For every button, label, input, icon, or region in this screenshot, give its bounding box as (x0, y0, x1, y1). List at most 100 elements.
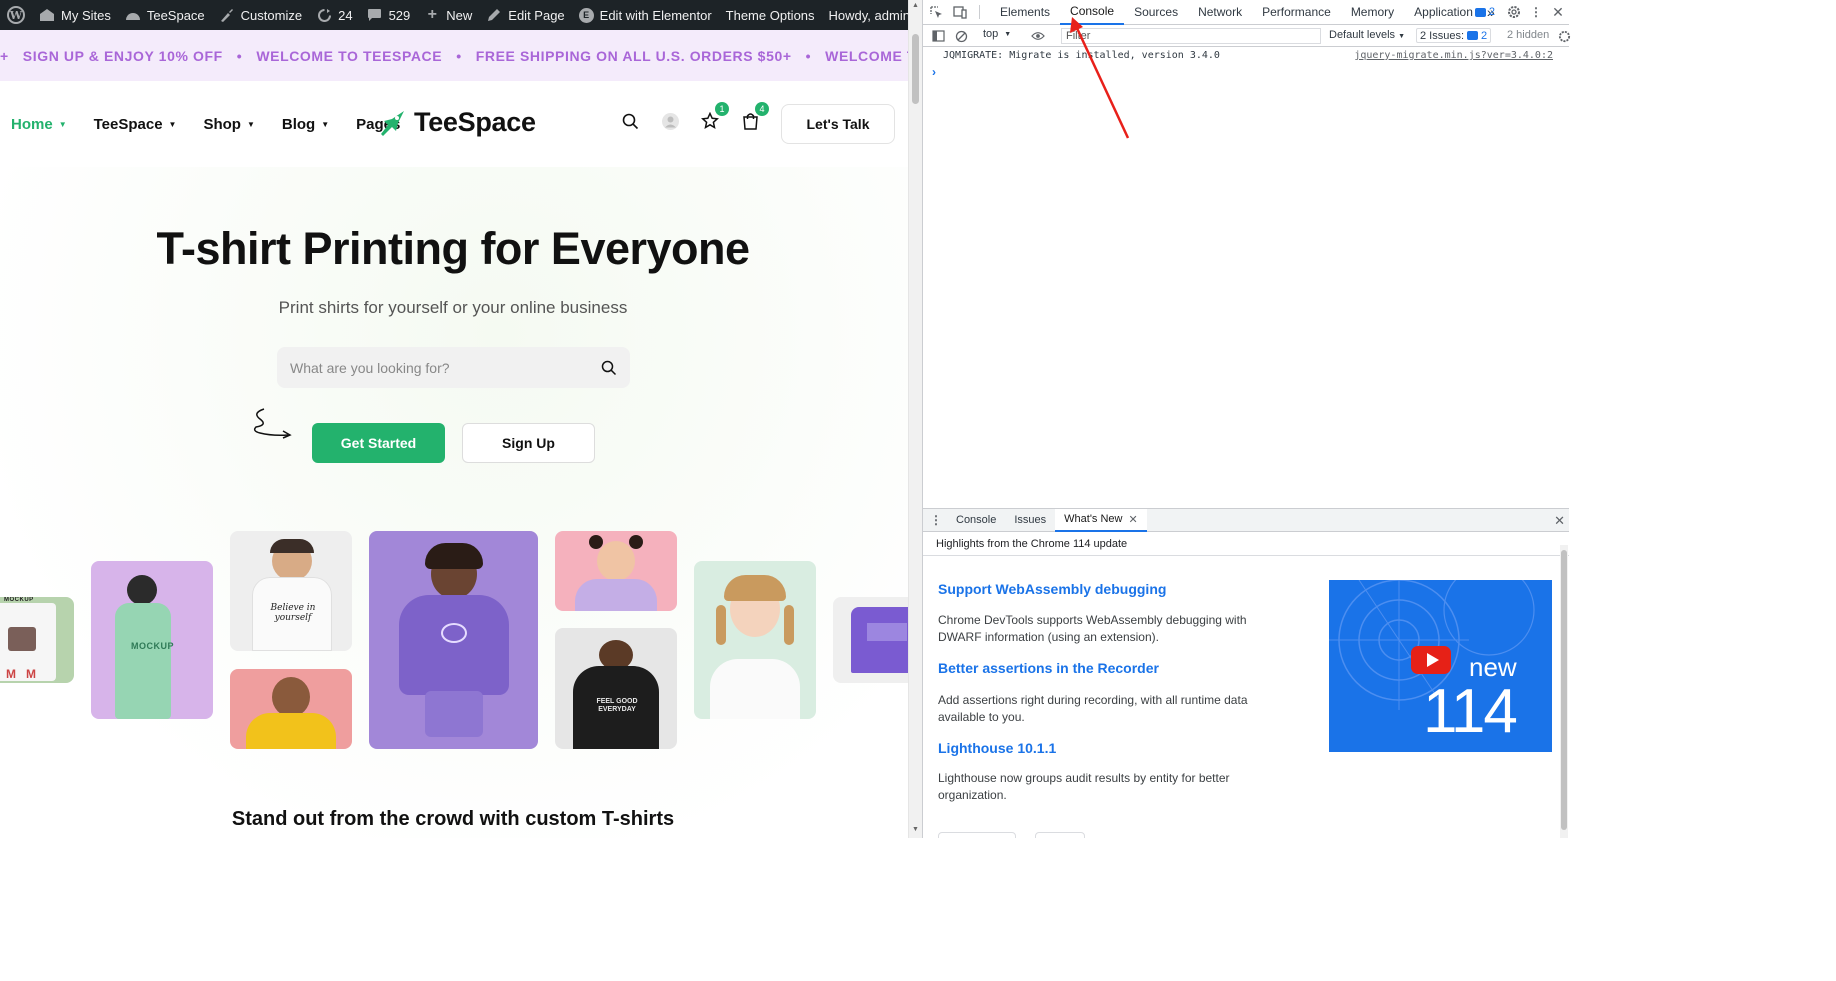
issues-label: 2 Issues: (1420, 29, 1465, 42)
drawer-scrollbar[interactable] (1560, 545, 1568, 838)
drawer-tab-bar: ⋮ Console Issues What's New ✕ ✕ (923, 508, 1569, 532)
header-icons: 1 4 (620, 102, 769, 131)
settings-gear-icon[interactable] (1507, 5, 1521, 19)
whats-new-header: Highlights from the Chrome 114 update (923, 532, 1569, 556)
updates-count: 24 (338, 7, 353, 23)
promo-item: WELCOME TO TEESPACE (256, 47, 443, 64)
theme-options-link[interactable]: Theme Options (719, 0, 822, 30)
drawer-menu-icon[interactable]: ⋮ (929, 513, 943, 527)
close-tab-icon[interactable]: ✕ (1129, 513, 1138, 526)
new-label: New (446, 7, 473, 23)
drawer-scrollbar-thumb[interactable] (1561, 550, 1567, 830)
issues-counter[interactable]: 2 (1471, 4, 1499, 20)
inspect-element-icon[interactable] (929, 5, 943, 19)
youtube-play-icon[interactable] (1411, 646, 1451, 674)
tab-network[interactable]: Network (1188, 0, 1252, 25)
console-toolbar: top ▼ Filter Default levels ▼ 2 Issues: 2 … (923, 25, 1571, 47)
edit-with-elementor-link[interactable]: E Edit with Elementor (572, 0, 719, 30)
console-filter-input[interactable]: Filter (1061, 28, 1321, 44)
log-levels-select[interactable]: Default levels ▼ (1329, 29, 1405, 41)
shopping-bag-icon (742, 113, 758, 130)
site-name-link[interactable]: TeeSpace (118, 0, 212, 30)
lets-talk-button[interactable]: Let's Talk (781, 104, 895, 144)
site-header: Home ▼ TeeSpace ▼ Shop ▼ Blog ▼ Pages TeeSpa… (0, 81, 908, 167)
product-photo-lavender-sweater[interactable] (555, 531, 677, 611)
context-select[interactable]: top ▼ (983, 28, 1011, 40)
tab-console[interactable]: Console (1060, 0, 1125, 25)
console-prompt-icon[interactable]: › (932, 65, 936, 79)
issues-count: 2 (1488, 6, 1495, 18)
nav-item-home[interactable]: Home ▼ (11, 116, 67, 133)
tab-performance[interactable]: Performance (1252, 0, 1341, 25)
product-photo-believe-tee[interactable]: Believe in yourself (230, 531, 352, 651)
tab-memory[interactable]: Memory (1341, 0, 1404, 25)
promo-item: FREE SHIPPING ON ALL U.S. ORDERS $50+ (475, 47, 792, 64)
my-sites-link[interactable]: My Sites (32, 0, 118, 30)
drawer-tab-issues[interactable]: Issues (1005, 509, 1055, 532)
hero-search-input[interactable] (290, 359, 601, 376)
hidden-messages-count: 2 hidden (1507, 29, 1550, 41)
product-photo-purple-tee[interactable] (833, 597, 908, 683)
scroll-up-icon[interactable]: ▲ (912, 2, 919, 9)
product-photo-green-jumpsuit[interactable]: MOCKUP (91, 561, 213, 719)
close-drawer-icon[interactable]: ✕ (1554, 513, 1565, 529)
comment-icon (367, 7, 383, 23)
get-started-button[interactable]: Get Started (312, 423, 445, 463)
kebab-menu-icon[interactable]: ⋮ (1529, 5, 1543, 19)
wp-admin-bar: W My Sites TeeSpace Customize 24 529 + N… (0, 0, 908, 30)
levels-label: Default levels (1329, 29, 1396, 41)
photo-text: FEEL GOOD EVERYDAY (596, 698, 638, 713)
chrome-114-video-thumbnail[interactable]: new 114 (1329, 580, 1552, 752)
issues-button[interactable]: 2 Issues: 2 (1416, 28, 1492, 43)
cart-button[interactable]: 4 (740, 102, 769, 131)
search-icon[interactable] (601, 360, 617, 376)
drawer-tab-console[interactable]: Console (947, 509, 1005, 532)
sidebar-toggle-icon[interactable] (931, 29, 945, 43)
edit-page-link[interactable]: Edit Page (479, 0, 571, 30)
product-photo-purple-hoodie[interactable] (369, 531, 538, 749)
hero-search-bar (277, 347, 630, 388)
wordpress-logo-button[interactable]: W (0, 0, 32, 30)
product-photo-black-hoodie[interactable]: FEEL GOOD EVERYDAY (555, 628, 677, 749)
comments-link[interactable]: 529 (360, 0, 418, 30)
sign-up-button[interactable]: Sign Up (462, 423, 595, 463)
message-icon (1474, 7, 1486, 17)
console-log-source-link[interactable]: jquery-migrate.min.js?ver=3.4.0:2 (1354, 50, 1553, 61)
whats-new-link[interactable]: Better assertions in the Recorder (938, 660, 1159, 676)
site-logo[interactable]: TeeSpace (378, 107, 536, 138)
product-photo-girl-white-tee[interactable] (694, 561, 816, 719)
scrollbar-thumb[interactable] (912, 34, 919, 104)
hero-subtitle: Print shirts for yourself or your online… (278, 298, 628, 317)
cart-count-badge: 4 (755, 102, 769, 116)
page-scrollbar[interactable]: ▲ ▼ (908, 0, 922, 838)
whats-new-description: Add assertions right during recording, w… (938, 693, 1248, 724)
eye-icon[interactable] (1031, 29, 1045, 43)
marquee-separator: + (0, 47, 9, 64)
whats-new-description: Chrome DevTools supports WebAssembly deb… (938, 613, 1247, 644)
nav-label: Shop (203, 115, 241, 133)
new-content-link[interactable]: + New (417, 0, 479, 30)
whats-new-link[interactable]: Lighthouse 10.1.1 (938, 740, 1056, 756)
whats-new-link[interactable]: Support WebAssembly debugging (938, 581, 1166, 597)
updates-link[interactable]: 24 (309, 0, 359, 30)
tab-sources[interactable]: Sources (1124, 0, 1188, 25)
product-photo-mockup-white[interactable]: MOCKUP M M (0, 597, 74, 683)
drawer-tab-whats-new[interactable]: What's New ✕ (1055, 508, 1147, 532)
nav-item-shop[interactable]: Shop ▼ (203, 116, 254, 133)
tab-elements[interactable]: Elements (990, 0, 1060, 25)
learn-more-button[interactable] (938, 832, 1016, 838)
account-button[interactable] (660, 111, 680, 131)
wishlist-button[interactable]: 1 (700, 102, 729, 131)
scroll-down-icon[interactable]: ▼ (912, 826, 919, 833)
device-toolbar-icon[interactable] (953, 5, 967, 19)
account-menu[interactable]: Howdy, admin (822, 0, 908, 30)
console-settings-icon[interactable] (1557, 29, 1571, 43)
close-icon[interactable]: ✕ (1551, 4, 1565, 20)
product-photo-yellow-hoodie[interactable] (230, 669, 352, 749)
nav-item-blog[interactable]: Blog ▼ (282, 116, 329, 133)
search-button[interactable] (620, 111, 640, 131)
close-button[interactable] (1035, 832, 1085, 838)
customize-link[interactable]: Customize (212, 0, 309, 30)
nav-item-teespace[interactable]: TeeSpace ▼ (94, 116, 177, 133)
clear-console-icon[interactable] (954, 29, 968, 43)
